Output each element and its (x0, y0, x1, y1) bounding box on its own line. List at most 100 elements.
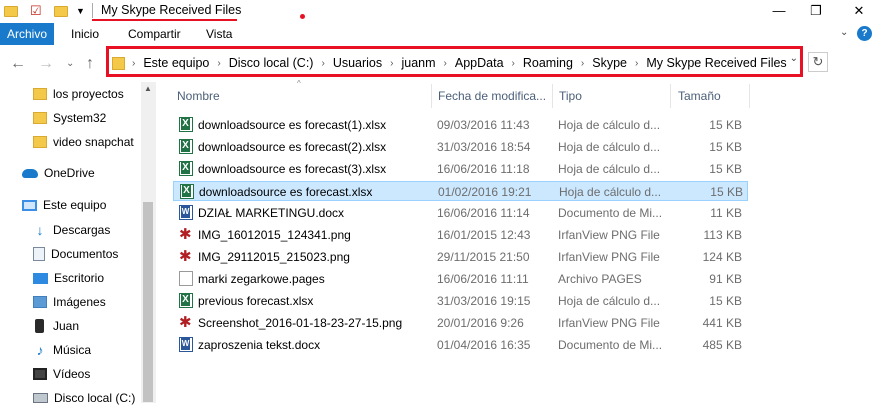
sidebar-item-juan[interactable]: Juan (35, 315, 79, 337)
column-header-tamano[interactable]: Tamaño (678, 84, 748, 108)
chevron-right-icon[interactable]: › (318, 58, 327, 69)
file-row[interactable]: IMG_16012015_124341.png 16/01/2015 12:43 I… (173, 225, 748, 245)
file-row[interactable]: downloadsource es forecast(2).xlsx 31/03/… (173, 137, 748, 157)
file-date: 01/02/2016 19:21 (438, 185, 532, 199)
file-size: 441 KB (702, 316, 742, 330)
chevron-right-icon[interactable]: › (129, 58, 138, 69)
address-bar[interactable]: › Este equipo › Disco local (C:) › Usuar… (106, 46, 803, 77)
scroll-up-icon[interactable]: ▲ (141, 82, 155, 96)
file-row[interactable]: downloadsource es forecast(3).xlsx 16/06/… (173, 159, 748, 179)
file-row[interactable]: zaproszenia tekst.docx 01/04/2016 16:35 Do… (173, 335, 748, 355)
title-divider (92, 3, 93, 18)
column-header-nombre[interactable]: Nombre (177, 84, 427, 108)
file-size: 15 KB (709, 140, 742, 154)
file-size: 91 KB (709, 272, 742, 286)
breadcrumb-este-equipo[interactable]: Este equipo (138, 56, 214, 70)
chevron-right-icon[interactable]: › (441, 58, 450, 69)
file-date: 01/04/2016 16:35 (437, 338, 531, 352)
breadcrumb-appdata[interactable]: AppData (450, 56, 509, 70)
column-divider[interactable] (431, 84, 432, 108)
file-type: IrfanView PNG File (558, 316, 660, 330)
folder-icon (4, 3, 18, 19)
file-name: IMG_29112015_215023.png (198, 250, 350, 264)
file-type: Hoja de cálculo d... (558, 140, 661, 154)
file-name: downloadsource es forecast(3).xlsx (198, 162, 387, 176)
chevron-right-icon[interactable]: › (387, 58, 396, 69)
properties-icon[interactable]: ☑ (30, 3, 42, 19)
window-title: My Skype Received Files (101, 3, 242, 17)
user-icon (35, 319, 44, 333)
breadcrumb-disco-local[interactable]: Disco local (C:) (224, 56, 319, 70)
tab-vista[interactable]: Vista (206, 23, 232, 45)
sidebar-item-system32[interactable]: System32 (33, 107, 106, 129)
scrollbar-thumb[interactable] (143, 202, 153, 402)
chevron-right-icon[interactable]: › (509, 58, 518, 69)
minimize-button[interactable]: — (764, 0, 794, 22)
up-button[interactable]: ↑ (86, 55, 94, 73)
docx-file-icon (179, 337, 193, 352)
back-button[interactable]: ← (10, 55, 26, 73)
file-size: 124 KB (702, 250, 742, 264)
breadcrumb-roaming[interactable]: Roaming (518, 56, 578, 70)
file-date: 29/11/2015 21:50 (437, 250, 530, 264)
file-row[interactable]: previous forecast.xlsx 31/03/2016 19:15 Ho… (173, 291, 748, 311)
sidebar-scrollbar[interactable]: ▲ (141, 82, 155, 403)
file-name: downloadsource es forecast(1).xlsx (198, 118, 387, 132)
file-row[interactable]: downloadsource es forecast(1).xlsx 09/03/… (173, 115, 748, 135)
forward-button[interactable]: → (38, 55, 54, 73)
file-row[interactable]: Screenshot_2016-01-18-23-27-15.png 20/01/… (173, 313, 748, 333)
column-divider[interactable] (670, 84, 671, 108)
sidebar-item-videos[interactable]: Vídeos (33, 363, 90, 385)
column-divider[interactable] (749, 84, 750, 108)
file-date: 31/03/2016 18:54 (437, 140, 531, 154)
expand-ribbon-icon[interactable]: ⌄ (840, 27, 848, 38)
new-folder-icon[interactable] (54, 3, 68, 19)
file-row[interactable]: DZIAŁ MARKETINGU.docx 16/06/2016 11:14 Doc… (173, 203, 748, 223)
file-type: Hoja de cálculo d... (558, 294, 661, 308)
refresh-button[interactable]: ↻ (808, 52, 828, 72)
file-date: 20/01/2016 9:26 (437, 316, 524, 330)
sidebar-item-imagenes[interactable]: Imágenes (33, 291, 106, 313)
sidebar-item-descargas[interactable]: ↓ Descargas (33, 219, 111, 241)
sidebar-item-este-equipo[interactable]: Este equipo (22, 194, 106, 216)
onedrive-icon (22, 168, 38, 178)
customize-quick-access-icon[interactable]: ▼ (76, 3, 85, 19)
sidebar-item-escritorio[interactable]: Escritorio (33, 267, 104, 289)
sidebar-item-video-snapchat[interactable]: video snapchat (33, 131, 134, 153)
navigation-pane: los proyectos System32 video snapchat On… (0, 82, 155, 405)
close-button[interactable]: ✕ (844, 0, 874, 22)
column-header-fecha[interactable]: Fecha de modifica... (438, 84, 550, 108)
sidebar-item-musica[interactable]: ♪ Música (33, 339, 92, 361)
file-type: IrfanView PNG File (558, 250, 660, 264)
xlsx-file-icon (180, 184, 194, 199)
sidebar-item-los-proyectos[interactable]: los proyectos (33, 83, 124, 105)
recent-locations-button[interactable]: ⌄ (66, 58, 74, 69)
file-row[interactable]: marki zegarkowe.pages 16/06/2016 11:11 Arc… (173, 269, 748, 289)
file-row[interactable]: downloadsource es forecast.xlsx 01/02/201… (173, 181, 748, 201)
file-size: 485 KB (702, 338, 742, 352)
breadcrumb-skype[interactable]: Skype (587, 56, 632, 70)
file-size: 11 KB (710, 206, 742, 220)
folder-icon (33, 88, 47, 100)
tab-compartir[interactable]: Compartir (128, 23, 181, 45)
file-row[interactable]: IMG_29112015_215023.png 29/11/2015 21:50 I… (173, 247, 748, 267)
chevron-right-icon[interactable]: › (632, 58, 641, 69)
file-name: downloadsource es forecast.xlsx (199, 185, 373, 199)
address-dropdown-icon[interactable]: ⌄ (790, 53, 798, 64)
sidebar-item-onedrive[interactable]: OneDrive (22, 162, 95, 184)
sidebar-item-disco-local[interactable]: Disco local (C:) (33, 387, 135, 409)
file-date: 09/03/2016 11:43 (437, 118, 530, 132)
file-name: downloadsource es forecast(2).xlsx (198, 140, 387, 154)
chevron-right-icon[interactable]: › (214, 58, 223, 69)
tab-inicio[interactable]: Inicio (71, 23, 99, 45)
breadcrumb-usuarios[interactable]: Usuarios (328, 56, 387, 70)
breadcrumb-juanm[interactable]: juanm (396, 56, 440, 70)
maximize-button[interactable]: ❐ (801, 0, 831, 22)
tab-archivo[interactable]: Archivo (0, 23, 54, 45)
help-icon[interactable]: ? (857, 26, 872, 41)
chevron-right-icon[interactable]: › (578, 58, 587, 69)
column-divider[interactable] (552, 84, 553, 108)
sidebar-item-documentos[interactable]: Documentos (33, 243, 118, 265)
breadcrumb-my-skype-received-files[interactable]: My Skype Received Files (641, 56, 791, 70)
column-header-tipo[interactable]: Tipo (559, 84, 669, 108)
